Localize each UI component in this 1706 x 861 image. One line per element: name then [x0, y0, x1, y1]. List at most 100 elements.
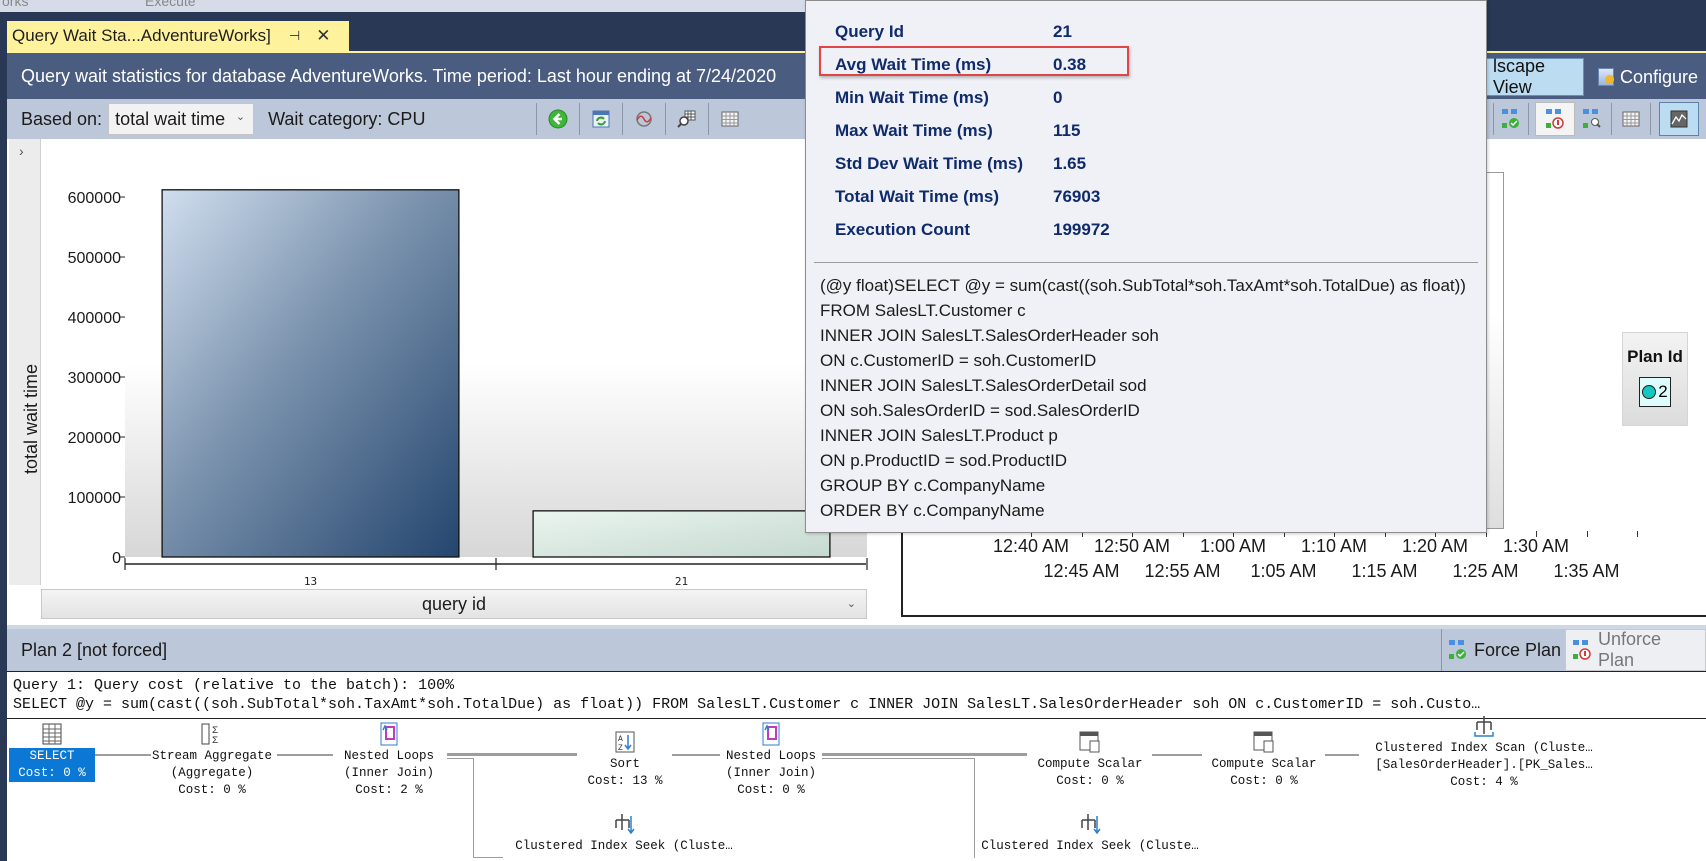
plan-connector: [822, 753, 1027, 756]
node-name: Compute Scalar: [1211, 757, 1317, 771]
grid-search-icon[interactable]: [676, 108, 698, 130]
plan-node-clustered-index-scan[interactable]: Clustered Index Scan (Cluste… [SalesOrde…: [1359, 714, 1609, 791]
database-dropdown[interactable]: orks: [2, 0, 28, 9]
time-tick-label: 12:55 AM: [1144, 561, 1221, 581]
plan-node-compute-scalar[interactable]: Compute Scalar Cost: 0 %: [1027, 730, 1153, 790]
tooltip-key: Execution Count: [835, 219, 971, 239]
node-name: Nested Loops: [725, 749, 816, 763]
plan-node-clustered-index-seek[interactable]: Clustered Index Seek (Cluste…: [965, 812, 1215, 855]
force-plan-icon[interactable]: [1500, 108, 1522, 130]
back-icon[interactable]: [547, 108, 569, 130]
time-tick-label: 12:40 AM: [992, 536, 1070, 556]
node-cost: Cost: 13 %: [587, 774, 663, 788]
chevron-down-icon: ⌄: [235, 111, 246, 123]
compute-scalar-icon: [1251, 730, 1277, 754]
query-store-window: orks Execute Query Wait Sta...AdventureW…: [0, 0, 1706, 861]
node-sub: (Aggregate): [170, 766, 254, 780]
legend-item-plan-2[interactable]: 2: [1639, 377, 1671, 407]
unforce-plan-icon[interactable]: [1535, 102, 1575, 136]
execute-button[interactable]: Execute: [145, 0, 196, 9]
configure-button[interactable]: Configure: [1590, 58, 1706, 96]
bar-chart: total wait time 0 100000 200000 300000 40000…: [21, 189, 868, 588]
report-title: Query wait statistics for database Adven…: [21, 65, 777, 86]
force-plan-button[interactable]: Force Plan: [1441, 629, 1567, 671]
sql-line: INNER JOIN SalesLT.SalesOrderHeader soh: [820, 326, 1159, 345]
node-name: Clustered Index Seek (Cluste…: [515, 839, 733, 853]
based-on-select[interactable]: total wait time ⌄: [108, 103, 255, 135]
plan-node-nested-loops[interactable]: Nested Loops (Inner Join) Cost: 2 %: [333, 722, 445, 799]
time-tick-label: 12:50 AM: [1093, 536, 1171, 556]
force-plan-icon: [1448, 639, 1468, 661]
y-tick-label: 500000: [68, 250, 121, 267]
plan-connector: [447, 758, 473, 759]
plan-id-legend: Plan Id 2: [1622, 332, 1688, 426]
compare-plans-icon[interactable]: [1581, 108, 1603, 130]
legend-title: Plan Id: [1627, 347, 1683, 366]
tooltip-value: 115: [1053, 120, 1081, 140]
bar-query-21[interactable]: [532, 510, 831, 558]
plan-node-select[interactable]: SELECT Cost: 0 %: [9, 722, 95, 782]
query-tooltip: Query Id 21 Avg Wait Time (ms) 0.38 Min Wait…: [805, 0, 1487, 533]
document-tab-title: Query Wait Sta...AdventureWorks]: [12, 26, 271, 45]
toolbar-separator: [1650, 103, 1651, 135]
plan-node-sort[interactable]: AZ Sort Cost: 13 %: [577, 730, 673, 790]
tooltip-key: Avg Wait Time (ms): [835, 54, 992, 74]
sql-line: INNER JOIN SalesLT.SalesOrderDetail sod: [820, 376, 1147, 395]
node-name: Clustered Index Seek (Cluste…: [981, 839, 1199, 853]
left-toolbar: Based on: total wait time ⌄ Wait categor…: [7, 99, 901, 139]
sql-line: ON soh.SalesOrderID = sod.SalesOrderID: [820, 401, 1140, 420]
node-name: Sort: [609, 757, 640, 771]
node-cost: Cost: 0 %: [1230, 774, 1298, 788]
grid-icon[interactable]: [719, 108, 741, 130]
tooltip-row: Max Wait Time (ms) 115: [835, 114, 1110, 147]
nested-loops-icon: [376, 722, 402, 746]
toolbar-separator: [1493, 103, 1494, 135]
plan-node-clustered-index-seek[interactable]: Clustered Index Seek (Cluste…: [499, 812, 749, 855]
nested-loops-icon: [758, 722, 784, 746]
tooltip-divider: [814, 262, 1478, 263]
plan-marker-icon: [1642, 385, 1657, 399]
plan-title: Plan 2 [not forced]: [21, 639, 168, 660]
tooltip-key: Std Dev Wait Time (ms): [835, 153, 1023, 173]
sql-line: ON p.ProductID = sod.ProductID: [820, 451, 1068, 470]
x-axis-dropdown[interactable]: query id ⌄: [41, 589, 867, 619]
document-tab[interactable]: Query Wait Sta...AdventureWorks] ⊣ ✕: [7, 21, 349, 51]
ssms-toolbar: orks Execute: [0, 0, 810, 12]
landscape-view-button[interactable]: lscape View: [1484, 56, 1584, 97]
tooltip-value: 21: [1053, 21, 1072, 41]
chart-icon[interactable]: [633, 108, 655, 130]
landscape-view-label: lscape View: [1493, 56, 1546, 97]
y-tick-label: 600000: [68, 190, 121, 207]
plan-connector: [822, 758, 974, 759]
plan-node-compute-scalar[interactable]: Compute Scalar Cost: 0 %: [1202, 730, 1326, 790]
node-name: Clustered Index Scan (Cluste…: [1375, 741, 1593, 755]
svg-text:A: A: [618, 735, 623, 744]
plan-node-nested-loops[interactable]: Nested Loops (Inner Join) Cost: 0 %: [719, 722, 823, 799]
bar-query-13[interactable]: [161, 189, 460, 558]
plan-connector: [1325, 754, 1359, 756]
pin-icon[interactable]: ⊣: [289, 28, 300, 44]
refresh-icon[interactable]: [590, 108, 612, 130]
chart-icon[interactable]: [1659, 102, 1699, 136]
node-cost: Cost: 0 %: [178, 783, 246, 797]
plan-node-stream-aggregate[interactable]: ΣΣ Stream Aggregate (Aggregate) Cost: 0 …: [147, 722, 277, 799]
y-tick-label: 100000: [68, 490, 121, 507]
unforce-plan-button[interactable]: Unforce Plan: [1565, 629, 1706, 671]
legend-item-label: 2: [1658, 382, 1668, 401]
time-tick-label: 1:10 AM: [1300, 536, 1368, 556]
plan-connector: [447, 753, 577, 756]
tooltip-row: Total Wait Time (ms) 76903: [835, 180, 1110, 213]
toolbar-separator: [536, 103, 537, 135]
grid-icon[interactable]: [1620, 108, 1642, 130]
compute-scalar-icon: [1077, 730, 1103, 754]
tooltip-row: Avg Wait Time (ms) 0.38: [835, 48, 1110, 81]
x-tick-label: 21: [675, 575, 688, 588]
sql-line: (@y float)SELECT @y = sum(cast((soh.SubT…: [820, 276, 1466, 295]
node-name: Compute Scalar: [1037, 757, 1143, 771]
close-icon[interactable]: ✕: [316, 26, 330, 46]
query-text-line: SELECT @y = sum(cast((soh.SubTotal*soh.T…: [13, 696, 1481, 713]
time-tick-mark: [1637, 531, 1638, 537]
time-tick-label: 1:20 AM: [1401, 536, 1469, 556]
tooltip-value: 76903: [1053, 186, 1101, 206]
time-tick-label: 1:00 AM: [1199, 536, 1267, 556]
